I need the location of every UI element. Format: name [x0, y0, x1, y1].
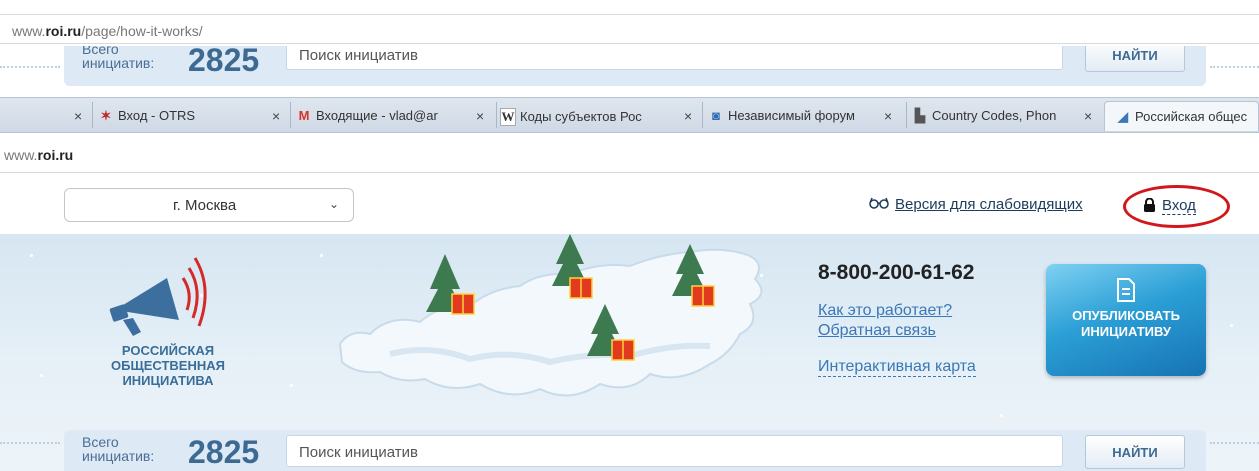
highlight-annotation-ring	[1123, 185, 1230, 228]
how-it-works-link[interactable]: Как это работает?	[818, 302, 952, 320]
search-strip-top-cropped: Всего инициатив: 2825 Поиск инициатив НА…	[0, 46, 1259, 91]
search-strip-bottom: Всего инициатив: 2825 Поиск инициатив НА…	[0, 426, 1259, 471]
org-name-line: РОССИЙСКАЯ	[121, 343, 215, 358]
search-input[interactable]: Поиск инициатив	[286, 46, 1063, 70]
hotline-phone: 8-800-200-61-62	[818, 261, 975, 284]
url-domain: roi.ru	[37, 147, 74, 163]
org-name: РОССИЙСКАЯ ОБЩЕСТВЕННАЯ ИНИЦИАТИВА	[88, 343, 248, 388]
interactive-map-link[interactable]: Интерактивная карта	[818, 358, 976, 377]
tab-title: Российская общес	[1135, 109, 1248, 124]
tab-title: Коды субъектов Рос	[520, 109, 642, 124]
gmail-icon: M	[298, 108, 310, 123]
document-icon: ▙	[915, 108, 925, 123]
url-prefix: www.	[4, 147, 38, 163]
tab-title: Независимый форум	[728, 108, 855, 123]
tab-close-leading[interactable]: ×	[74, 101, 94, 131]
org-name-line: ИНИЦИАТИВА	[122, 373, 214, 388]
tab-roi-active[interactable]: ◢ Российская общес	[1104, 101, 1259, 131]
city-select[interactable]: г. Москва ⌄	[64, 188, 354, 222]
search-input[interactable]: Поиск инициатив	[286, 435, 1063, 467]
tab-title: Country Codes, Phon	[932, 108, 1057, 123]
address-bar[interactable]: www.roi.ru	[0, 140, 1259, 173]
search-panel: Всего инициатив: 2825 Поиск инициатив НА…	[64, 430, 1206, 471]
total-count: 2825	[188, 434, 260, 470]
close-icon[interactable]: ×	[1084, 108, 1092, 124]
glasses-icon	[869, 197, 889, 209]
total-label-line2: инициатив:	[82, 448, 155, 464]
total-count: 2825	[188, 46, 260, 78]
tab-country-codes[interactable]: ▙ Country Codes, Phon ×	[912, 101, 1102, 131]
otrs-icon: ✶	[100, 108, 112, 123]
url-domain: roi.ru	[45, 23, 82, 39]
browser-tab-bar: × ✶ Вход - OTRS × M Входящие - vlad@ar × W…	[0, 97, 1259, 133]
tab-forum[interactable]: ◙ Независимый форум ×	[708, 101, 904, 131]
search-button[interactable]: НАЙТИ	[1085, 46, 1185, 72]
document-icon	[1117, 278, 1135, 302]
russia-map-illustration	[338, 234, 763, 397]
url-prefix: www.	[12, 23, 46, 39]
tab-wikipedia[interactable]: W Коды субъектов Рос ×	[500, 101, 700, 131]
close-icon[interactable]: ×	[884, 108, 892, 124]
total-label-line2: инициатив:	[82, 55, 155, 71]
forum-icon: ◙	[712, 108, 720, 123]
city-value: г. Москва	[173, 197, 237, 214]
tab-gmail[interactable]: M Входящие - vlad@ar ×	[296, 101, 488, 131]
megaphone-logo-icon	[109, 257, 207, 336]
feedback-link[interactable]: Обратная связь	[818, 322, 936, 340]
close-icon[interactable]: ×	[74, 108, 82, 124]
total-label-line1: Всего	[82, 434, 119, 450]
org-name-line: ОБЩЕСТВЕННАЯ	[111, 358, 225, 373]
url-path: /page/how-it-works/	[81, 23, 203, 39]
chevron-down-icon: ⌄	[328, 197, 339, 211]
accessibility-label: Версия для слабовидящих	[895, 196, 1083, 213]
close-icon[interactable]: ×	[684, 108, 692, 124]
close-icon[interactable]: ×	[476, 108, 484, 124]
close-icon[interactable]: ×	[272, 108, 280, 124]
address-bar-top[interactable]: www.roi.ru/page/how-it-works/	[0, 14, 1259, 44]
tab-title: Входящие - vlad@ar	[316, 108, 438, 123]
accessibility-version-link[interactable]: Версия для слабовидящих	[869, 196, 1083, 213]
publish-label-line2: ИНИЦИАТИВУ	[1081, 324, 1171, 339]
publish-label-line1: ОПУБЛИКОВАТЬ	[1072, 308, 1180, 323]
tab-otrs[interactable]: ✶ Вход - OTRS ×	[98, 101, 282, 131]
search-panel: Всего инициатив: 2825 Поиск инициатив НА…	[64, 46, 1206, 86]
tab-title: Вход - OTRS	[118, 108, 196, 123]
search-button[interactable]: НАЙТИ	[1085, 435, 1185, 469]
roi-icon: ◢	[1118, 109, 1128, 124]
publish-initiative-button[interactable]: ОПУБЛИКОВАТЬ ИНИЦИАТИВУ	[1046, 264, 1206, 376]
wikipedia-icon: W	[500, 108, 516, 126]
